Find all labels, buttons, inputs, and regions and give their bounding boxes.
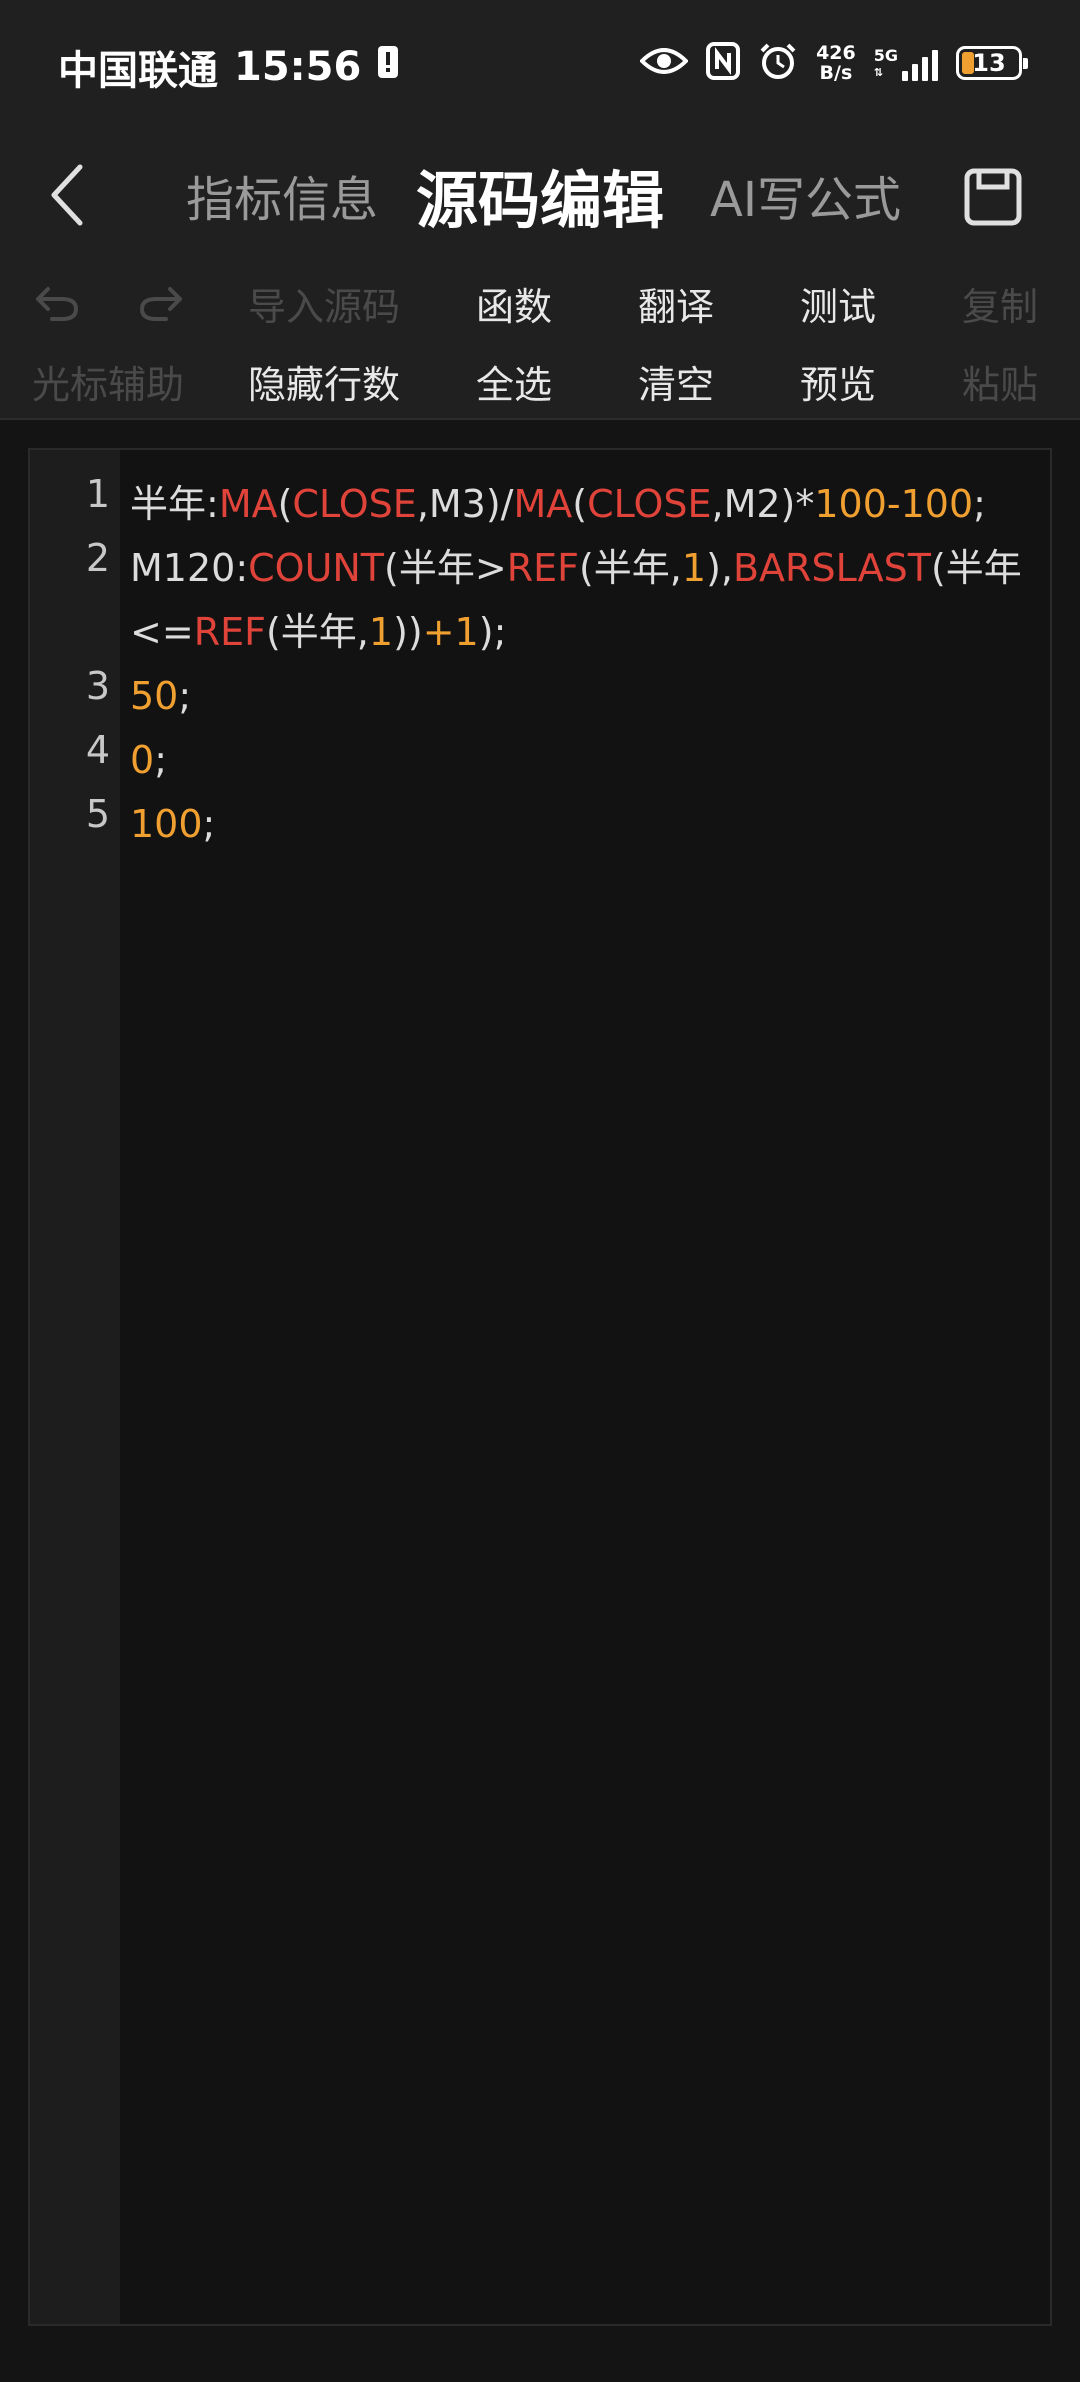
code-line[interactable]: 4 0; (86, 728, 1050, 792)
code-line-text: 100; (130, 792, 1050, 856)
code-token: REF (193, 610, 266, 654)
code-token: MA (513, 482, 573, 526)
status-left: 中国联通 15:56 (58, 38, 399, 96)
code-token: M120: (130, 546, 249, 590)
tab-source-edit[interactable]: 源码编辑 (416, 125, 664, 265)
import-source-button[interactable]: 导入源码 (248, 265, 400, 341)
functions-button[interactable]: 函数 (476, 265, 552, 341)
clear-button[interactable]: 清空 (638, 343, 714, 419)
cursor-assist-button[interactable]: 光标辅助 (32, 343, 184, 419)
battery-icon: 13 (956, 46, 1028, 80)
code-token: CLOSE (587, 482, 712, 526)
code-token: ; (202, 802, 216, 846)
net-speed-value: 426 (816, 42, 856, 64)
undo-icon (36, 287, 79, 321)
code-line[interactable]: 1 半年:MA(CLOSE,M3)/MA(CLOSE,M2)*100-100; (86, 472, 1050, 536)
status-bar: 中国联通 15:56 426 B/s 5G ⇅ 13 (0, 0, 1080, 125)
select-all-button[interactable]: 全选 (476, 343, 552, 419)
line-number: 1 (85, 472, 110, 516)
code-token: 100 (130, 802, 203, 846)
editor-toolbar: 导入源码 函数 翻译 测试 复制 光标辅助 隐藏行数 全选 清空 预览 粘贴 (0, 265, 1080, 420)
chevron-left-icon (51, 164, 83, 226)
code-line-text: 50; (130, 664, 1050, 728)
signal-icon: 5G ⇅ (874, 45, 938, 81)
nfc-icon (706, 42, 741, 84)
code-line-text: 半年:MA(CLOSE,M3)/MA(CLOSE,M2)*100-100; (130, 472, 1050, 536)
code-line[interactable]: 3 50; (86, 664, 1050, 728)
code-token: 1 (368, 610, 394, 654)
code-token: ,M2)* (711, 482, 815, 526)
paste-button[interactable]: 粘贴 (962, 343, 1038, 419)
battery-level: 13 (972, 49, 1006, 77)
hide-line-numbers-button[interactable]: 隐藏行数 (248, 343, 400, 419)
code-token: 0 (130, 738, 155, 782)
eye-icon (639, 45, 689, 81)
redo-button[interactable] (138, 265, 186, 341)
net-speed-unit: B/s (819, 62, 853, 84)
preview-button[interactable]: 预览 (800, 343, 876, 419)
test-button[interactable]: 测试 (800, 265, 876, 341)
code-token: BARSLAST (732, 546, 931, 590)
redo-icon (139, 287, 182, 321)
toolbar-row-2: 光标辅助 隐藏行数 全选 清空 预览 粘贴 (0, 343, 1080, 419)
alarm-icon (758, 41, 798, 85)
code-token: )) (393, 610, 423, 654)
code-token: ; (973, 482, 986, 526)
line-number: 2 (85, 536, 110, 580)
save-button[interactable] (948, 147, 1038, 247)
code-token: CLOSE (292, 482, 417, 526)
code-token: ( (572, 482, 588, 526)
code-token: ), (706, 546, 733, 590)
code-token: REF (506, 546, 579, 590)
translate-button[interactable]: 翻译 (638, 265, 714, 341)
code-token: 100-100 (814, 482, 974, 526)
code-token: ); (478, 610, 507, 654)
clock: 15:56 (234, 44, 362, 90)
code-token: 50 (130, 674, 179, 718)
carrier-label: 中国联通 (58, 48, 218, 94)
code-line-text: 0; (130, 728, 1050, 792)
code-token: MA (218, 482, 278, 526)
line-number: 5 (85, 792, 110, 836)
code-line[interactable]: 5 100; (86, 792, 1050, 856)
code-token: ,M3)/ (416, 482, 514, 526)
code-token: COUNT (248, 546, 385, 590)
toolbar-row-1: 导入源码 函数 翻译 测试 复制 (0, 265, 1080, 341)
code-token: (半年, (578, 546, 682, 590)
back-button[interactable] (28, 145, 108, 245)
code-token: (半年, (265, 610, 369, 654)
code-token: ; (178, 674, 192, 718)
undo-button[interactable] (32, 265, 80, 341)
tab-ai-formula[interactable]: AI写公式 (710, 125, 901, 265)
code-line[interactable]: 2 M120:COUNT(半年>REF(半年,1),BARSLAST(半年<=RE… (86, 536, 1050, 664)
code-token: 1 (681, 546, 707, 590)
network-type: 5G (873, 46, 898, 65)
line-number: 4 (85, 728, 110, 772)
save-icon (964, 168, 1022, 226)
code-line-text: M120:COUNT(半年>REF(半年,1),BARSLAST(半年<=REF… (130, 536, 1050, 664)
code-editor[interactable]: 1 半年:MA(CLOSE,M3)/MA(CLOSE,M2)*100-100; 2 M… (28, 448, 1052, 2326)
code-area[interactable]: 1 半年:MA(CLOSE,M3)/MA(CLOSE,M2)*100-100; 2 M… (86, 450, 1050, 856)
tab-indicator-info[interactable]: 指标信息 (186, 125, 378, 265)
code-token: (半年> (384, 546, 507, 590)
copy-button[interactable]: 复制 (962, 265, 1038, 341)
code-token: +1 (422, 610, 479, 654)
net-speed: 426 B/s (816, 43, 856, 83)
alert-icon (377, 44, 399, 90)
header: 指标信息 源码编辑 AI写公式 (0, 125, 1080, 265)
line-number: 3 (85, 664, 110, 708)
code-token: ; (154, 738, 167, 782)
status-right: 426 B/s 5G ⇅ 13 (639, 38, 1028, 88)
code-token: ( (277, 482, 293, 526)
code-token: 半年: (130, 482, 219, 526)
